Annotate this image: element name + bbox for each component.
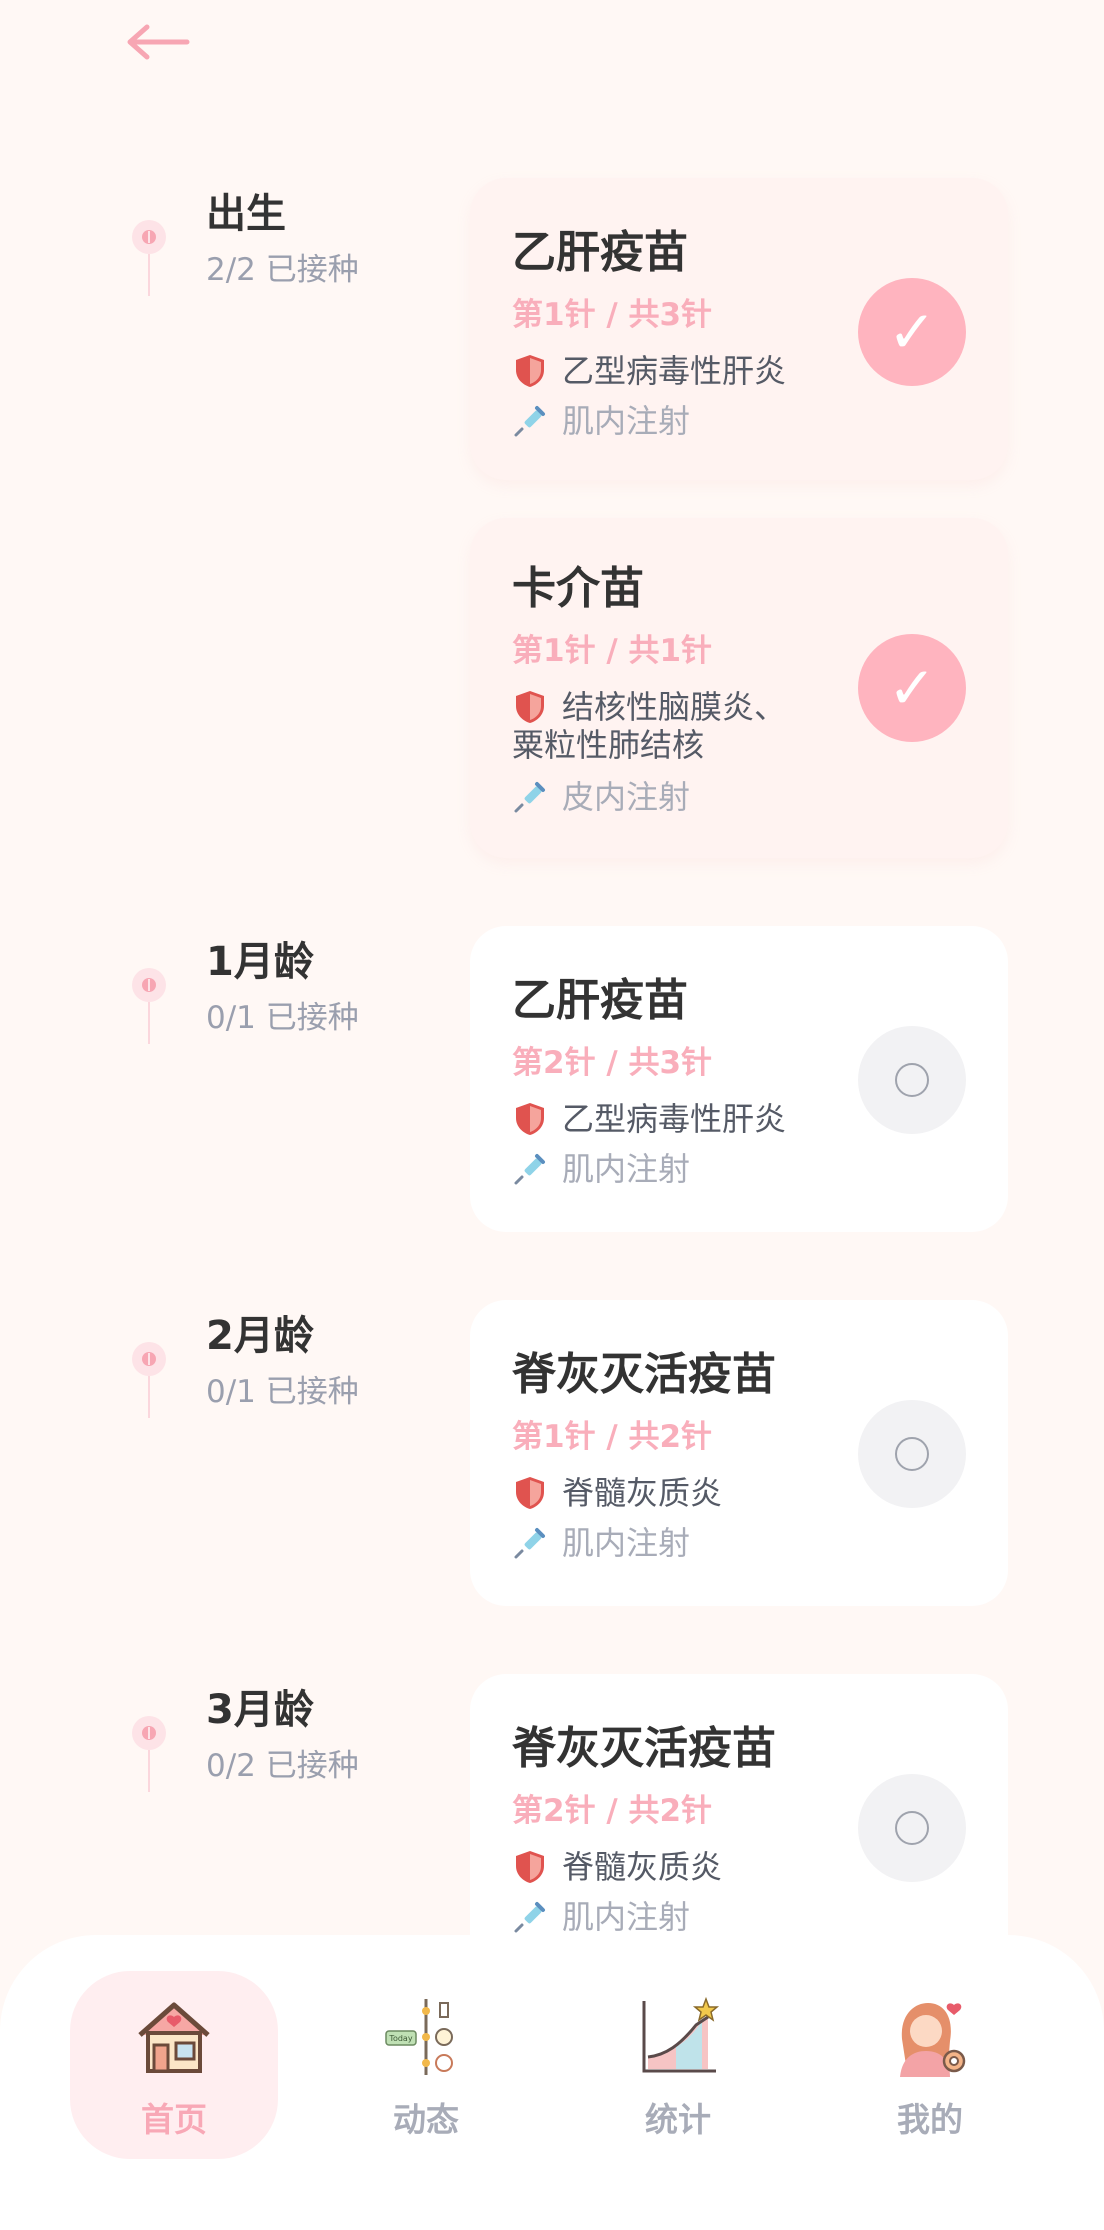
disease-text: 脊髓灰质炎 [562, 1474, 723, 1512]
vaccine-disease-continued: 粟粒性肺结核 [512, 726, 842, 764]
timeline-line [148, 1376, 150, 1418]
age-progress: 0/2 已接种 [206, 1748, 359, 1784]
route-text: 肌内注射 [562, 1150, 691, 1188]
shield-icon [516, 1103, 544, 1135]
empty-circle-icon [895, 1437, 929, 1471]
vaccinated-check-button[interactable]: ✓ [858, 634, 966, 742]
vaccine-dose: 第1针 / 共3针 [512, 297, 713, 333]
route-text: 皮内注射 [562, 778, 691, 816]
vaccine-disease: 脊髓灰质炎 [512, 1474, 842, 1512]
vaccination-status-button[interactable] [858, 1400, 966, 1508]
vaccine-dose: 第2针 / 共3针 [512, 1045, 713, 1081]
syringe-icon [514, 406, 545, 437]
svg-text:Today: Today [388, 2034, 412, 2043]
vaccine-name: 乙肝疫苗 [512, 227, 688, 278]
tab-label: 统计 [645, 2100, 711, 2139]
disease-text: 粟粒性肺结核 [512, 726, 705, 764]
disease-text: 脊髓灰质炎 [562, 1848, 723, 1886]
tab-label: 动态 [393, 2100, 459, 2139]
checkmark-icon: ✓ [887, 298, 937, 366]
tab-statistics[interactable]: 统计 [574, 1971, 782, 2159]
vaccine-disease: 乙型病毒性肝炎 [512, 1100, 842, 1138]
vaccine-route: 肌内注射 [512, 1898, 842, 1936]
age-title: 出生 [206, 191, 286, 237]
vaccine-schedule-screen: 出生 2/2 已接种 乙肝疫苗 第1针 / 共3针 乙型病毒性肝炎 肌内注射 ✓… [0, 0, 1104, 2230]
timeline-line [148, 1002, 150, 1044]
vaccine-route: 肌内注射 [512, 1150, 842, 1188]
tab-label: 我的 [897, 2100, 963, 2139]
tab-label: 首页 [141, 2100, 207, 2139]
vaccinated-check-button[interactable]: ✓ [858, 278, 966, 386]
shield-icon [516, 691, 544, 723]
house-icon [138, 2002, 210, 2073]
age-progress: 2/2 已接种 [206, 252, 359, 288]
vaccine-name: 脊灰灭活疫苗 [512, 1723, 776, 1774]
vaccine-route: 皮内注射 [512, 778, 842, 816]
vaccine-dose: 第2针 / 共2针 [512, 1793, 713, 1829]
vaccination-status-button[interactable] [858, 1026, 966, 1134]
age-progress: 0/1 已接种 [206, 1000, 359, 1036]
tab-activity[interactable]: Today 动态 [322, 1971, 530, 2159]
timeline-icon: Today [385, 1999, 453, 2075]
disease-text: 乙型病毒性肝炎 [562, 352, 787, 390]
vaccine-dose: 第1针 / 共2针 [512, 1419, 713, 1455]
timeline-dot [132, 968, 166, 1002]
age-title: 3月龄 [206, 1687, 314, 1733]
timeline-dot [132, 220, 166, 254]
vaccine-dose: 第1针 / 共1针 [512, 633, 713, 669]
timeline-line [148, 254, 150, 296]
vaccine-name: 乙肝疫苗 [512, 975, 688, 1026]
timeline-line [148, 1750, 150, 1792]
vaccine-route: 肌内注射 [512, 1524, 842, 1562]
syringe-icon [514, 1902, 545, 1933]
empty-circle-icon [895, 1811, 929, 1845]
vaccine-name: 脊灰灭活疫苗 [512, 1349, 776, 1400]
route-text: 肌内注射 [562, 402, 691, 440]
vaccine-card[interactable]: 乙肝疫苗 第1针 / 共3针 乙型病毒性肝炎 肌内注射 ✓ [470, 178, 1008, 480]
tab-home[interactable]: 首页 [70, 1971, 278, 2159]
route-text: 肌内注射 [562, 1898, 691, 1936]
empty-circle-icon [895, 1063, 929, 1097]
back-arrow-icon [127, 24, 190, 60]
tab-profile[interactable]: 我的 [826, 1971, 1034, 2159]
vaccine-disease: 脊髓灰质炎 [512, 1848, 842, 1886]
checkmark-icon: ✓ [887, 654, 937, 722]
shield-icon [516, 1477, 544, 1509]
vaccine-card[interactable]: 卡介苗 第1针 / 共1针 结核性脑膜炎、 粟粒性肺结核 皮内注射 ✓ [470, 518, 1008, 858]
vaccine-card[interactable]: 脊灰灭活疫苗 第1针 / 共2针 脊髓灰质炎 肌内注射 [470, 1300, 1008, 1606]
shield-icon [516, 355, 544, 387]
profile-settings-icon [900, 2003, 966, 2077]
vaccination-status-button[interactable] [858, 1774, 966, 1882]
timeline-dot [132, 1716, 166, 1750]
disease-text: 乙型病毒性肝炎 [562, 1100, 787, 1138]
vaccine-card[interactable]: 乙肝疫苗 第2针 / 共3针 乙型病毒性肝炎 肌内注射 [470, 926, 1008, 1232]
route-text: 肌内注射 [562, 1524, 691, 1562]
age-title: 2月龄 [206, 1313, 314, 1359]
vaccine-route: 肌内注射 [512, 402, 842, 440]
shield-icon [516, 1851, 544, 1883]
age-progress: 0/1 已接种 [206, 1374, 359, 1410]
syringe-icon [514, 1154, 545, 1185]
vaccine-disease: 结核性脑膜炎、 [512, 688, 842, 726]
timeline-dot [132, 1342, 166, 1376]
age-title: 1月龄 [206, 939, 314, 985]
vaccine-name: 卡介苗 [512, 563, 644, 614]
vaccine-disease: 乙型病毒性肝炎 [512, 352, 842, 390]
syringe-icon [514, 1528, 545, 1559]
growth-chart-icon [642, 1996, 720, 2073]
disease-text: 结核性脑膜炎、 [562, 688, 787, 726]
syringe-icon [514, 782, 545, 813]
back-button[interactable] [120, 14, 196, 70]
